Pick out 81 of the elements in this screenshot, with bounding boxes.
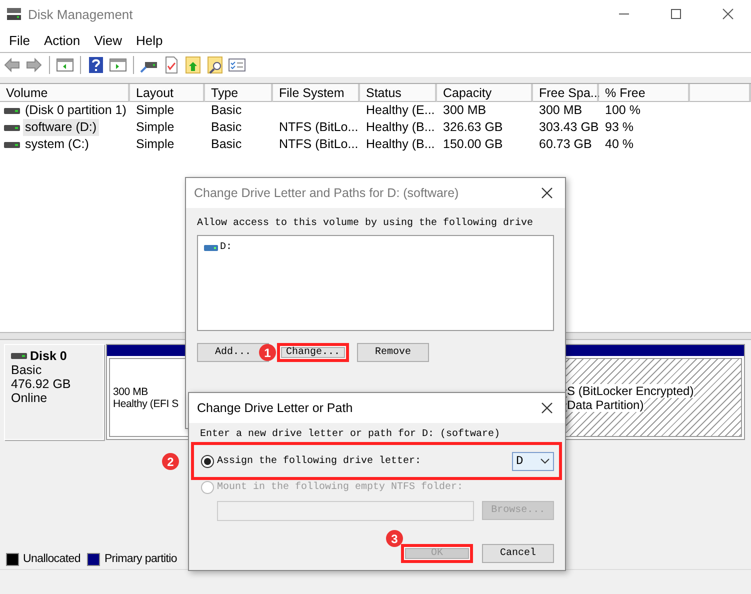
table-cell-text: 150.00 GB — [442, 136, 504, 153]
folder-up-icon[interactable] — [184, 56, 202, 74]
dialog-prompt: Allow access to this volume by using the following drive — [197, 218, 534, 231]
drive-list[interactable]: D: — [197, 235, 554, 331]
disk-name: Disk 0 — [30, 349, 67, 363]
pane-icon[interactable] — [56, 56, 74, 74]
disk-size: 476.92 GB — [11, 377, 72, 391]
option-label: Mount in the following empty NTFS folder: — [217, 482, 464, 492]
back-icon[interactable] — [3, 56, 21, 74]
partition-label: Healthy (EFI S — [113, 398, 178, 410]
disk-status: Online — [11, 391, 48, 405]
table-cell-text: Healthy (E... — [365, 102, 436, 119]
radio-button[interactable] — [201, 454, 214, 468]
table-cell-text: 326.63 GB — [442, 119, 504, 136]
pane-icon[interactable] — [109, 56, 127, 74]
column-header[interactable]: Layout — [130, 84, 205, 102]
step-badge: 3 — [386, 530, 403, 547]
partition-label: S (BitLocker Encrypted) — [567, 384, 694, 398]
table-cell-text: Basic — [210, 136, 243, 153]
drive-icon — [11, 350, 27, 362]
table-cell-text: NTFS (BitLo... — [278, 119, 360, 136]
table-cell-text: 303.43 GB — [538, 119, 599, 136]
table-cell-text: NTFS (BitLo... — [278, 136, 360, 153]
column-header[interactable]: Status — [360, 84, 437, 102]
table-cell-text: Basic — [210, 119, 243, 136]
option-label: Assign the following drive letter: — [217, 456, 422, 466]
drive-entry[interactable]: D: — [220, 242, 232, 253]
dialog-title: Change Drive Letter and Paths for D: (software) — [194, 186, 460, 200]
column-header[interactable]: Capacity — [437, 84, 533, 102]
menu-item[interactable]: Help — [129, 32, 170, 48]
menu-item[interactable]: Action — [36, 32, 88, 48]
table-cell-text: 100 % — [604, 102, 642, 119]
disk-info-panel[interactable]: Disk 0 Basic 476.92 GB Online — [4, 344, 104, 440]
forward-icon[interactable] — [25, 56, 43, 74]
table-cell-text: 300 MB — [538, 102, 584, 119]
close-icon[interactable] — [539, 185, 555, 201]
volume-name[interactable]: system (C:) — [23, 136, 91, 153]
legend-label: Primary partitio — [104, 553, 177, 565]
partition-block[interactable]: 300 MB Healthy (EFI S — [109, 358, 191, 437]
menu-item[interactable]: File — [2, 32, 37, 48]
table-cell-text: Basic — [210, 102, 243, 119]
column-header[interactable]: Volume — [0, 84, 130, 102]
dialog-button[interactable]: Remove — [357, 343, 429, 362]
volume-name[interactable]: (Disk 0 partition 1) — [23, 102, 128, 119]
app-icon — [6, 7, 22, 21]
window-title: Disk Management — [28, 6, 134, 22]
close-icon[interactable] — [722, 8, 734, 20]
table-cell-text: Healthy (B... — [365, 119, 436, 136]
partition-label: 300 MB — [113, 386, 148, 398]
volume-name[interactable]: software (D:) — [23, 119, 99, 136]
dialog-title: Change Drive Letter or Path — [197, 401, 354, 415]
close-icon[interactable] — [539, 400, 555, 416]
maximize-icon[interactable] — [670, 8, 682, 20]
help-icon[interactable] — [87, 56, 105, 74]
step-badge: 1 — [259, 344, 276, 361]
dialog-button[interactable]: Change... — [277, 343, 349, 362]
column-header[interactable]: File System — [273, 84, 360, 102]
checklist-icon[interactable] — [228, 56, 246, 74]
step-badge: 2 — [162, 453, 179, 470]
table-cell-text: 300 MB — [442, 102, 488, 119]
table-cell-text: Simple — [135, 102, 176, 119]
disk-type: Basic — [11, 363, 43, 377]
dialog-prompt: Enter a new drive letter or path for D: (software) — [200, 429, 502, 442]
chevron-down-icon — [540, 458, 550, 464]
table-cell-text: Simple — [135, 136, 176, 153]
drive-letter-dropdown[interactable]: D — [512, 452, 554, 470]
column-header[interactable]: % Free — [599, 84, 690, 102]
table-cell-text: Simple — [135, 119, 176, 136]
menu-item[interactable]: View — [87, 32, 130, 48]
table-cell-text: 60.73 GB — [538, 136, 593, 153]
table-cell-text: Healthy (B... — [365, 136, 436, 153]
folder-search-icon[interactable] — [206, 56, 224, 74]
legend-label: Unallocated — [23, 553, 80, 565]
column-header[interactable]: Free Spa... — [533, 84, 599, 102]
drive-icon — [204, 244, 218, 252]
table-cell-text: 40 % — [604, 136, 634, 153]
dialog-button[interactable]: Cancel — [482, 544, 554, 563]
partition-label: Data Partition) — [567, 398, 644, 412]
table-cell-text: 93 % — [604, 119, 634, 136]
column-header[interactable]: Type — [205, 84, 273, 102]
dropdown-value: D — [516, 454, 524, 468]
